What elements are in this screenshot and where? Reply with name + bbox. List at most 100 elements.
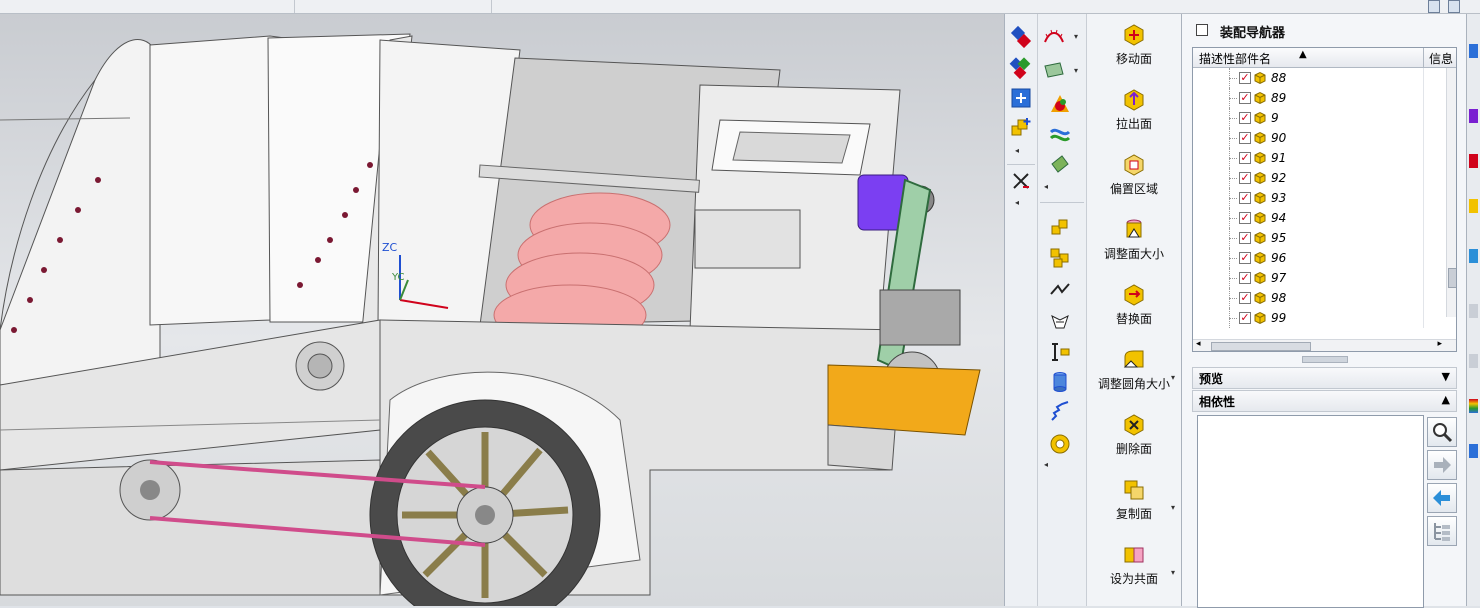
visibility-checkbox[interactable]: ✓ bbox=[1239, 132, 1251, 144]
synchronous-modeling-toolbar: 移动面 拉出面 偏置区域 调整面大小 替换面 调整圆角大小 ▾ 删除面 复制面 … bbox=[1086, 14, 1181, 606]
resize-blend-icon bbox=[1121, 347, 1147, 373]
navigator-title-bar: 装配导航器 bbox=[1182, 14, 1467, 46]
dependency-section-header[interactable]: 相依性 ▲ bbox=[1192, 390, 1457, 412]
constraint-icon[interactable] bbox=[1048, 278, 1072, 302]
window-layout-icon[interactable] bbox=[1428, 0, 1440, 13]
assembly-component-icon[interactable] bbox=[1048, 216, 1072, 240]
chevron-down-icon[interactable]: ▼ bbox=[1442, 370, 1450, 383]
dropdown-arrow-icon[interactable]: ▾ bbox=[1171, 503, 1175, 512]
resource-tab-icon[interactable] bbox=[1469, 249, 1478, 263]
visibility-checkbox[interactable]: ✓ bbox=[1239, 152, 1251, 164]
delete-face-button[interactable]: 删除面 bbox=[1087, 404, 1181, 468]
gear-icon[interactable] bbox=[1048, 432, 1072, 456]
back-button[interactable] bbox=[1427, 483, 1457, 513]
dependency-list[interactable] bbox=[1197, 415, 1424, 608]
replace-face-button[interactable]: 替换面 bbox=[1087, 274, 1181, 338]
dropdown-arrow-icon[interactable]: ▾ bbox=[1171, 373, 1175, 382]
tree-row[interactable]: ✓ 98 bbox=[1193, 288, 1456, 308]
tree-row[interactable]: ✓ 95 bbox=[1193, 228, 1456, 248]
tree-vertical-scrollbar[interactable] bbox=[1446, 68, 1456, 317]
offset-region-button[interactable]: 偏置区域 bbox=[1087, 144, 1181, 208]
visibility-checkbox[interactable]: ✓ bbox=[1239, 172, 1251, 184]
move-face-button[interactable]: 移动面 bbox=[1087, 14, 1181, 78]
tree-row[interactable]: ✓ 99 bbox=[1193, 308, 1456, 328]
make-coplanar-button[interactable]: 设为共面 ▾ bbox=[1087, 534, 1181, 598]
tree-view-button[interactable] bbox=[1427, 516, 1457, 546]
assembly-tree[interactable]: 描述性部件名 ▲ 信息 ✓ 88 ✓ 89 ✓ 9 ✓ 90 ✓ 91 ✓ 92 ✓ 93 ✓ 94 ✓ 95 ✓ 9… bbox=[1192, 47, 1457, 352]
tree-row[interactable]: ✓ 9 bbox=[1193, 108, 1456, 128]
dropdown-arrow-icon[interactable]: ◂ bbox=[1015, 146, 1019, 155]
forward-button[interactable] bbox=[1427, 450, 1457, 480]
navigator-pin-checkbox[interactable] bbox=[1196, 24, 1208, 36]
surface-analysis-icon[interactable] bbox=[1042, 58, 1066, 82]
resource-tab-icon[interactable] bbox=[1469, 44, 1478, 58]
curve-analysis-icon[interactable] bbox=[1042, 24, 1066, 48]
resource-tab-icon[interactable] bbox=[1469, 154, 1478, 168]
dropdown-arrow-icon[interactable]: ▾ bbox=[1171, 568, 1175, 577]
tree-row[interactable]: ✓ 96 bbox=[1193, 248, 1456, 268]
resize-blend-button[interactable]: 调整圆角大小 ▾ bbox=[1087, 339, 1181, 403]
visibility-checkbox[interactable]: ✓ bbox=[1239, 192, 1251, 204]
copy-face-button[interactable]: 复制面 ▾ bbox=[1087, 469, 1181, 533]
tree-horizontal-scrollbar[interactable]: ◂ ▸ bbox=[1193, 339, 1456, 351]
resize-face-button[interactable]: 调整面大小 bbox=[1087, 209, 1181, 273]
snap-line-icon[interactable] bbox=[1009, 56, 1033, 80]
visibility-checkbox[interactable]: ✓ bbox=[1239, 212, 1251, 224]
scroll-thumb[interactable] bbox=[1448, 268, 1456, 288]
column-divider[interactable] bbox=[1423, 48, 1424, 67]
dropdown-arrow-icon[interactable]: ◂ bbox=[1044, 182, 1048, 191]
exploded-view-icon[interactable] bbox=[1048, 340, 1072, 364]
resource-tab-icon[interactable] bbox=[1469, 199, 1478, 213]
panel-splitter-handle[interactable] bbox=[1302, 356, 1348, 363]
dropdown-arrow-icon[interactable]: ▾ bbox=[1074, 32, 1078, 41]
resource-tab-icon[interactable] bbox=[1469, 109, 1478, 123]
face-curvature-icon[interactable] bbox=[1048, 92, 1072, 116]
pull-face-button[interactable]: 拉出面 bbox=[1087, 79, 1181, 143]
chevron-up-icon[interactable]: ▲ bbox=[1442, 393, 1450, 406]
add-component-icon[interactable] bbox=[1009, 116, 1033, 140]
wave-link-icon[interactable] bbox=[1048, 310, 1072, 334]
remove-constraint-icon[interactable] bbox=[1009, 169, 1033, 193]
tree-row[interactable]: ✓ 93 bbox=[1193, 188, 1456, 208]
fit-view-icon[interactable] bbox=[1009, 86, 1033, 110]
graphics-viewport[interactable]: ZC YC bbox=[0, 14, 1004, 606]
resource-tab-icon[interactable] bbox=[1469, 399, 1478, 413]
tree-row[interactable]: ✓ 97 bbox=[1193, 268, 1456, 288]
component-name: 98 bbox=[1271, 291, 1287, 305]
visibility-checkbox[interactable]: ✓ bbox=[1239, 272, 1251, 284]
visibility-checkbox[interactable]: ✓ bbox=[1239, 292, 1251, 304]
tree-row[interactable]: ✓ 94 bbox=[1193, 208, 1456, 228]
tree-row[interactable]: ✓ 91 bbox=[1193, 148, 1456, 168]
dropdown-arrow-icon[interactable]: ◂ bbox=[1044, 460, 1048, 469]
visibility-checkbox[interactable]: ✓ bbox=[1239, 72, 1251, 84]
visibility-checkbox[interactable]: ✓ bbox=[1239, 232, 1251, 244]
find-button[interactable] bbox=[1427, 417, 1457, 447]
draft-analysis-icon[interactable] bbox=[1048, 152, 1072, 176]
dropdown-arrow-icon[interactable]: ▾ bbox=[1074, 66, 1078, 75]
visibility-checkbox[interactable]: ✓ bbox=[1239, 112, 1251, 124]
spring-icon[interactable] bbox=[1048, 400, 1072, 424]
cylinder-icon[interactable] bbox=[1048, 370, 1072, 394]
visibility-checkbox[interactable]: ✓ bbox=[1239, 252, 1251, 264]
scroll-left-icon[interactable]: ◂ bbox=[1196, 339, 1201, 349]
window-restore-icon[interactable] bbox=[1448, 0, 1460, 13]
reflection-analysis-icon[interactable] bbox=[1048, 122, 1072, 146]
visibility-checkbox[interactable]: ✓ bbox=[1239, 92, 1251, 104]
column-header-name[interactable]: 描述性部件名 bbox=[1199, 50, 1271, 67]
tree-row[interactable]: ✓ 90 bbox=[1193, 128, 1456, 148]
snap-point-icon[interactable] bbox=[1009, 24, 1033, 48]
resource-tab-icon[interactable] bbox=[1469, 304, 1478, 318]
dropdown-arrow-icon[interactable]: ◂ bbox=[1015, 198, 1019, 207]
resource-tab-icon[interactable] bbox=[1469, 354, 1478, 368]
scroll-right-icon[interactable]: ▸ bbox=[1437, 339, 1442, 349]
resource-tab-icon[interactable] bbox=[1469, 444, 1478, 458]
scroll-thumb[interactable] bbox=[1211, 342, 1311, 351]
tree-row[interactable]: ✓ 89 bbox=[1193, 88, 1456, 108]
sort-ascending-icon[interactable]: ▲ bbox=[1299, 49, 1307, 60]
tree-row[interactable]: ✓ 88 bbox=[1193, 68, 1456, 88]
preview-section-header[interactable]: 预览 ▼ bbox=[1192, 367, 1457, 389]
tree-row[interactable]: ✓ 92 bbox=[1193, 168, 1456, 188]
component-array-icon[interactable] bbox=[1048, 246, 1072, 270]
visibility-checkbox[interactable]: ✓ bbox=[1239, 312, 1251, 324]
column-header-info[interactable]: 信息 bbox=[1429, 50, 1453, 67]
